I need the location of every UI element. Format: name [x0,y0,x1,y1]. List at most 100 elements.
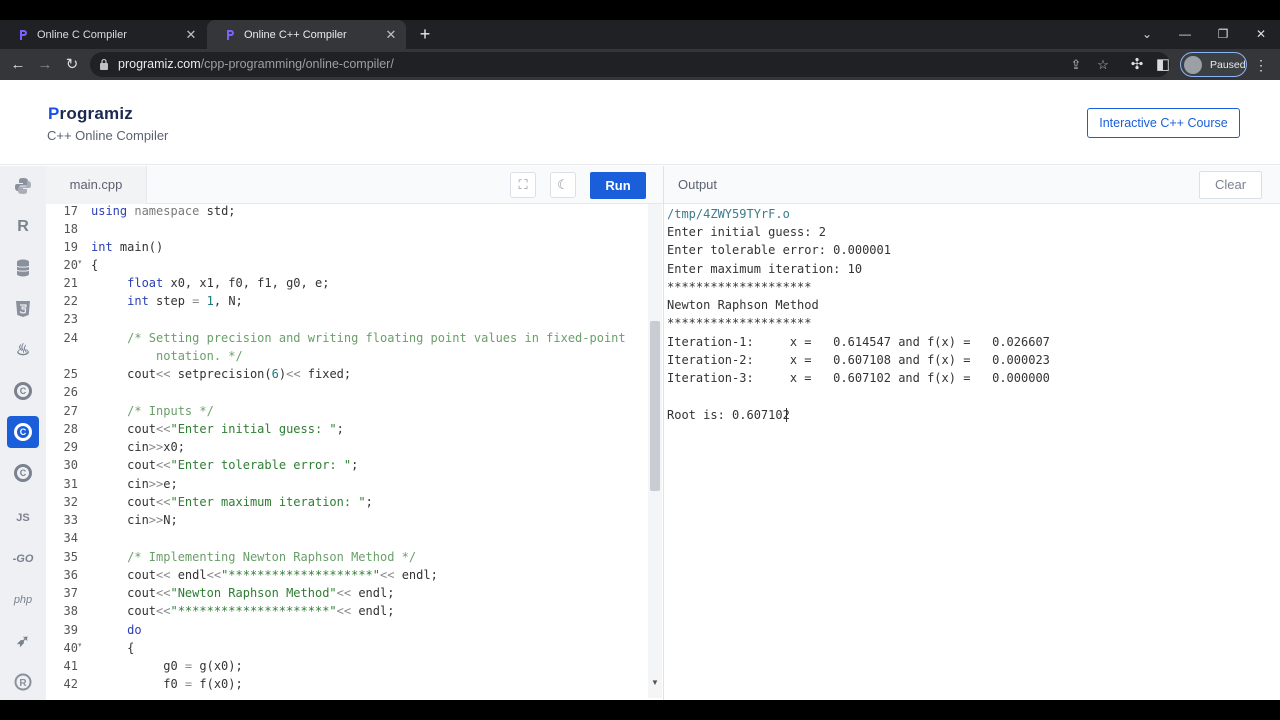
tab-title: Online C Compiler [37,28,127,41]
code-line: { [91,641,135,655]
output-line: Iteration-2: x = 0.607108 and f(x) = 0.0… [667,353,1050,367]
fold-arrow-icon[interactable]: ▾ [78,258,82,266]
bookmark-star-icon[interactable]: ☆ [1094,56,1112,74]
line-number: 38 [63,604,78,618]
code-line: cout<< endl<<"********************"<< en… [91,568,438,582]
output-line: ******************** [667,280,812,294]
cpp-icon[interactable]: C [7,416,39,448]
minimize-icon[interactable]: — [1166,20,1204,49]
line-number: 35 [63,550,78,564]
code-line: notation. */ [91,349,243,363]
line-number: 27 [63,404,78,418]
line-number: 28 [63,422,78,436]
line-number: 19 [63,240,78,254]
share-icon[interactable]: ⇪ [1067,56,1085,74]
window-close-icon[interactable]: ✕ [1242,20,1280,49]
clear-button[interactable]: Clear [1199,171,1262,199]
extensions-puzzle-icon[interactable]: ✣ [1126,54,1148,76]
code-line: cout<<"Enter initial guess: "; [91,422,344,436]
fullscreen-icon[interactable]: ⛶ [510,172,536,198]
output-line: Enter tolerable error: 0.000001 [667,243,891,257]
r-icon[interactable]: R [7,211,39,243]
line-number: 32 [63,495,78,509]
line-number: 17 [63,204,78,218]
line-number-gutter: 17 18 19 20 21 22 23 24 25 26 27 28 29 3… [46,204,86,700]
line-number: 30 [63,458,78,472]
restore-icon[interactable]: ❐ [1204,20,1242,49]
close-icon[interactable]: ✕ [384,27,398,43]
programiz-logo[interactable]: Programiz [48,104,133,124]
tab-search-chevron-down-icon[interactable]: ⌄ [1128,20,1166,49]
csharp-icon[interactable]: C [7,457,39,489]
line-number: 34 [63,531,78,545]
output-console[interactable]: /tmp/4ZWY59TYrF.o Enter initial guess: 2… [664,204,1280,700]
side-panel-icon[interactable]: ◧ [1152,54,1174,76]
sql-database-icon[interactable] [7,252,39,284]
file-tab-main-cpp[interactable]: main.cpp [46,166,147,204]
line-number: 24 [63,331,78,345]
javascript-icon[interactable]: JS [7,502,39,534]
output-line: Newton Raphson Method [667,298,819,312]
editor-scroll-thumb[interactable] [650,321,660,491]
svg-text:R: R [19,678,27,689]
code-line: using namespace std; [91,204,236,218]
code-line: g0 = g(x0); [91,659,243,673]
url-path: /cpp-programming/online-compiler/ [200,57,394,71]
address-bar[interactable]: programiz.com/cpp-programming/online-com… [90,52,1170,77]
reload-icon[interactable]: ↻ [61,54,83,76]
python-icon[interactable] [7,170,39,202]
line-number: 42 [63,677,78,691]
html5-icon[interactable] [7,293,39,325]
editor-header: main.cpp ⛶ ☾ Run [46,166,663,204]
browser-tab-c-compiler[interactable]: Online C Compiler ✕ [0,20,206,49]
code-line: f0 = f(x0); [91,677,243,691]
line-number: 41 [63,659,78,673]
line-number: 31 [63,477,78,491]
profile-button[interactable]: Paused [1180,52,1247,77]
interactive-course-button[interactable]: Interactive C++ Course [1087,108,1240,138]
output-line: Root is: 0.607102 [667,408,790,422]
browser-tab-cpp-compiler[interactable]: Online C++ Compiler ✕ [207,20,406,49]
php-icon[interactable]: php [7,584,39,616]
code-line: /* Implementing Newton Raphson Method */ [91,550,417,564]
browser-toolbar: ← → ↻ programiz.com/cpp-programming/onli… [0,49,1280,80]
code-editor[interactable]: 17 18 19 20 21 22 23 24 25 26 27 28 29 3… [46,204,663,700]
profile-status: Paused [1210,58,1246,71]
avatar [1184,55,1202,74]
code-line: /* Setting precision and writing floatin… [91,331,626,345]
code-line: cin>>N; [91,513,178,527]
output-header: Output Clear [664,166,1280,204]
code-line: int main() [91,240,164,254]
programiz-favicon-icon [227,29,234,40]
forward-arrow-icon[interactable]: → [34,54,56,76]
swift-icon[interactable]: ➶ [7,625,39,657]
rust-icon[interactable]: R [7,666,39,698]
back-arrow-icon[interactable]: ← [7,54,29,76]
new-tab-plus-icon[interactable]: + [414,23,436,45]
code-line: cout<<"Enter maximum iteration: "; [91,495,373,509]
more-menu-icon[interactable]: ⋮ [1254,54,1268,76]
java-icon[interactable]: ♨ [7,334,39,366]
code-line: cout<<"Newton Raphson Method"<< endl; [91,586,395,600]
line-number: 26 [63,385,78,399]
code-line: cout<<"*********************"<< endl; [91,604,395,618]
fold-arrow-icon[interactable]: ▾ [78,641,82,649]
go-icon[interactable]: -GO [7,543,39,575]
line-number: 25 [63,367,78,381]
output-line: Enter initial guess: 2 [667,225,826,239]
code-line: /* Inputs */ [91,404,214,418]
lock-icon [100,58,108,70]
screen: Online C Compiler ✕ Online C++ Compiler … [0,0,1280,720]
code-line: float x0, x1, f0, f1, g0, e; [127,276,330,290]
moon-icon[interactable]: ☾ [550,172,576,198]
close-icon[interactable]: ✕ [184,27,198,43]
output-line: Iteration-3: x = 0.607102 and f(x) = 0.0… [667,371,1050,385]
c-icon[interactable]: C [7,375,39,407]
site-header: Programiz C++ Online Compiler Interactiv… [0,80,1280,165]
code-line: cout<< setprecision(6)<< fixed; [91,367,352,381]
language-sidebar: R ♨ C C C JS -GO php ➶ R [0,166,46,700]
page: Programiz C++ Online Compiler Interactiv… [0,80,1280,700]
scroll-down-arrow-icon[interactable]: ▼ [650,678,660,688]
run-button[interactable]: Run [590,172,646,199]
browser-tab-strip: Online C Compiler ✕ Online C++ Compiler … [0,20,1280,49]
